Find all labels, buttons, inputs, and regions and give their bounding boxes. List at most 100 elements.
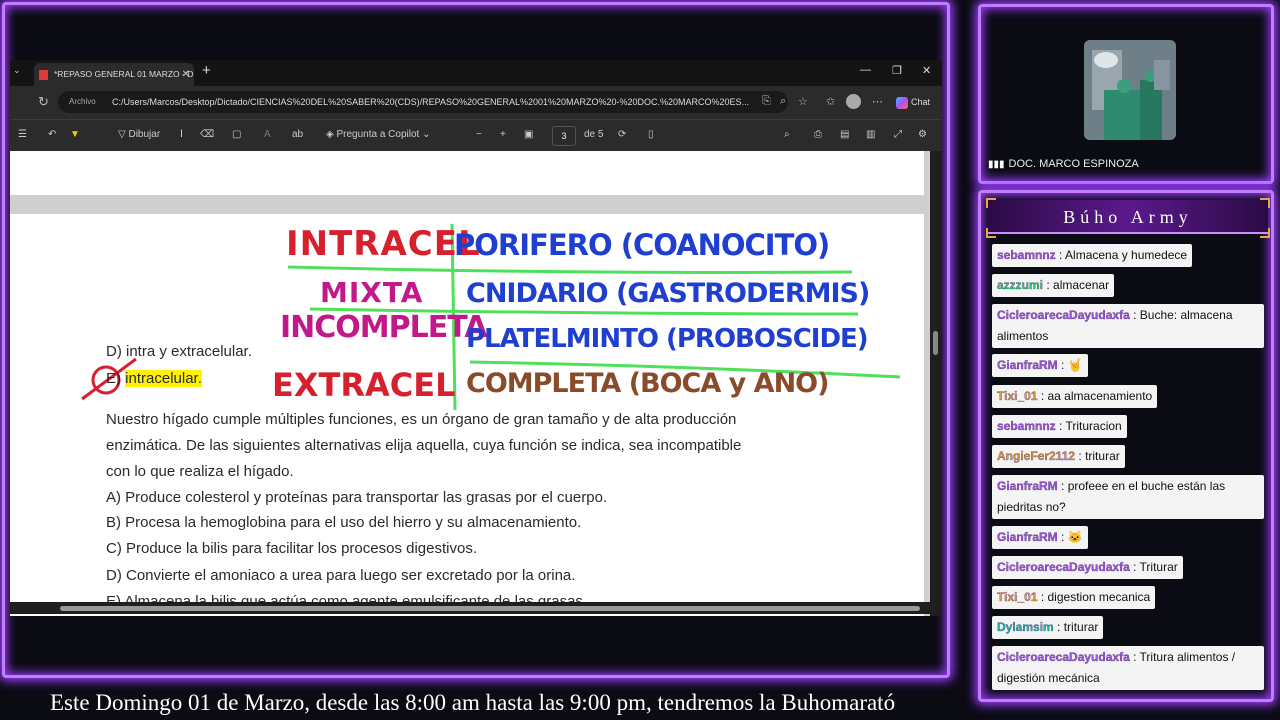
pdf-page-previous <box>10 151 924 195</box>
hw-right-3: PLATELMINTO (PROBOSCIDE) <box>466 324 869 354</box>
chat-username: CicleroarecaDayudaxfa <box>997 308 1130 322</box>
annotation-line-1 <box>287 265 853 274</box>
tab-bar: ⌄ *REPASO GENERAL 01 MARZO - D ✕ + — ❐ ✕ <box>10 60 942 86</box>
hw-left-4: EXTRACEL <box>272 366 456 404</box>
zoom-in-icon[interactable]: + <box>500 129 506 140</box>
more-icon[interactable]: ⋯ <box>872 95 883 108</box>
corner-ornament <box>1260 198 1270 208</box>
chat-message: Tixi_01 : aa almacenamiento <box>992 385 1158 408</box>
draw-label: Dibujar <box>128 129 161 140</box>
vertical-scroll-thumb[interactable] <box>933 331 938 355</box>
chat-text: 🤘 <box>1067 358 1083 372</box>
option-d-previous: D) intra y extracelular. <box>106 343 252 360</box>
new-tab-icon[interactable]: + <box>202 62 211 79</box>
settings-gear-icon[interactable]: ⚙ <box>918 129 927 140</box>
refresh-icon[interactable]: ↻ <box>38 94 49 110</box>
restore-icon[interactable]: ❐ <box>892 64 902 77</box>
tab-list-chevron-icon[interactable]: ⌄ <box>13 65 21 76</box>
corner-ornament <box>986 198 996 208</box>
search-icon[interactable]: ⌕ <box>784 129 790 140</box>
chat-text: digestion mecanica <box>1047 590 1151 604</box>
signal-bars-icon: ▮▮▮ <box>988 159 1005 170</box>
chat-message: Tixi_01 : digestion mecanica <box>992 586 1156 609</box>
question-line-1: Nuestro hígado cumple múltiples funcione… <box>106 411 737 428</box>
option-c: C) Produce la bilis para facilitar los p… <box>106 540 477 557</box>
profile-avatar[interactable] <box>846 94 861 109</box>
option-b: B) Procesa la hemoglobina para el uso de… <box>106 514 582 531</box>
horizontal-scroll-thumb[interactable] <box>60 606 920 611</box>
chat-username: sebamnnz <box>997 419 1056 433</box>
option-a: A) Produce colesterol y proteínas para t… <box>106 489 608 506</box>
draw-button[interactable]: ▽ Dibujar <box>118 129 160 140</box>
translate-icon[interactable]: ab <box>292 129 303 140</box>
contents-icon[interactable]: ☰ <box>18 129 27 140</box>
zoom-icon[interactable]: ⌕ <box>780 95 786 108</box>
text-icon[interactable]: Ⅰ <box>180 129 183 140</box>
chat-message: AngieFer2112 : triturar <box>992 445 1125 468</box>
chat-username: azzzumi <box>997 278 1044 292</box>
fit-page-icon[interactable]: ▣ <box>524 129 533 140</box>
chat-text: triturar <box>1063 620 1099 634</box>
pdf-page-current: INTRACEL MIXTA INCOMPLETA EXTRACEL PORIF… <box>10 214 924 616</box>
print-icon[interactable]: ⎙ <box>814 129 822 140</box>
app-icon[interactable]: ⎘ <box>762 95 771 108</box>
chat-message: Dylamsim : triturar <box>992 616 1104 639</box>
ask-copilot-button[interactable]: ◈ Pregunta a Copilot ⌄ <box>326 129 430 140</box>
vertical-scrollbar[interactable] <box>930 151 942 616</box>
chat-username: Dylamsim <box>997 620 1054 634</box>
chat-text: Almacena y humedece <box>1065 248 1188 262</box>
eraser-icon[interactable]: ⌫ <box>200 129 214 140</box>
close-window-icon[interactable]: ✕ <box>922 64 931 77</box>
close-tab-icon[interactable]: ✕ <box>182 63 190 86</box>
hw-right-2: CNIDARIO (GASTRODERMIS) <box>466 278 870 309</box>
copilot-chat-button[interactable]: Chat <box>896 92 930 112</box>
corner-ornament <box>1260 228 1270 238</box>
chat-title: Búho Army <box>988 200 1268 234</box>
chat-message: CicleroarecaDayudaxfa : Triturar <box>992 556 1183 579</box>
read-aloud-icon[interactable]: A <box>264 129 271 140</box>
page-number-input[interactable]: 3 <box>552 126 576 146</box>
tab-title: *REPASO GENERAL 01 MARZO - D <box>54 69 194 79</box>
zoom-out-icon[interactable]: − <box>476 129 482 140</box>
pdf-viewport[interactable]: INTRACEL MIXTA INCOMPLETA EXTRACEL PORIF… <box>10 151 942 616</box>
favorites-icon[interactable]: ✩ <box>826 95 835 108</box>
chat-text: almacenar <box>1053 278 1110 292</box>
hw-left-1: INTRACEL <box>286 224 481 264</box>
chat-username: CicleroarecaDayudaxfa <box>997 560 1130 574</box>
corner-ornament <box>986 228 996 238</box>
chat-text: 🐱 <box>1067 530 1083 544</box>
browser-window: ⌄ *REPASO GENERAL 01 MARZO - D ✕ + — ❐ ✕… <box>10 60 942 616</box>
hw-right-4: COMPLETA (BOCA y ANO) <box>466 368 829 399</box>
undo-icon[interactable]: ↶ <box>48 129 56 140</box>
copilot-icon <box>896 96 908 109</box>
question-line-2: enzimática. De las siguientes alternativ… <box>106 437 742 454</box>
fullscreen-icon[interactable]: ⤢ <box>894 129 902 140</box>
option-d: D) Convierte el amoniaco a urea para lue… <box>106 567 576 584</box>
address-field[interactable]: Archivo C:/Users/Marcos/Desktop/Dictado/… <box>58 91 788 113</box>
chat-message: GianfraRM : 🐱 <box>992 526 1088 549</box>
chat-username: Tixi_01 <box>997 590 1038 604</box>
highlight-icon[interactable]: ▼ <box>70 129 80 140</box>
webcam-label: ▮▮▮ DOC. MARCO ESPINOZA <box>988 158 1139 170</box>
hw-right-1: PORIFERO (COANOCITO) <box>454 228 830 262</box>
address-bar-row: ↻ Archivo C:/Users/Marcos/Desktop/Dictad… <box>10 86 942 119</box>
chat-username: sebamnnz <box>997 248 1056 262</box>
favorite-star-icon[interactable]: ☆ <box>798 95 808 108</box>
ask-copilot-label: Pregunta a Copilot <box>336 129 420 140</box>
pdf-icon <box>39 70 48 80</box>
minimize-icon[interactable]: — <box>860 64 871 76</box>
chat-text: aa almacenamiento <box>1047 389 1153 403</box>
chat-text: Trituracion <box>1065 419 1122 433</box>
save-as-icon[interactable]: ▥ <box>866 129 875 140</box>
tab-pdf[interactable]: *REPASO GENERAL 01 MARZO - D ✕ <box>34 63 194 86</box>
chat-username: GianfraRM <box>997 530 1058 544</box>
address-chip: Archivo <box>69 97 96 106</box>
horizontal-scrollbar[interactable] <box>10 602 930 614</box>
rotate-icon[interactable]: ⟳ <box>618 129 626 140</box>
chat-username: GianfraRM <box>997 479 1058 493</box>
save-icon[interactable]: ▤ <box>840 129 849 140</box>
add-text-icon[interactable]: ▢ <box>232 129 241 140</box>
chat-message: GianfraRM : profeee en el buche están la… <box>992 475 1264 519</box>
page-view-icon[interactable]: ▯ <box>648 129 654 140</box>
question-line-3: con lo que realiza el hígado. <box>106 463 294 480</box>
